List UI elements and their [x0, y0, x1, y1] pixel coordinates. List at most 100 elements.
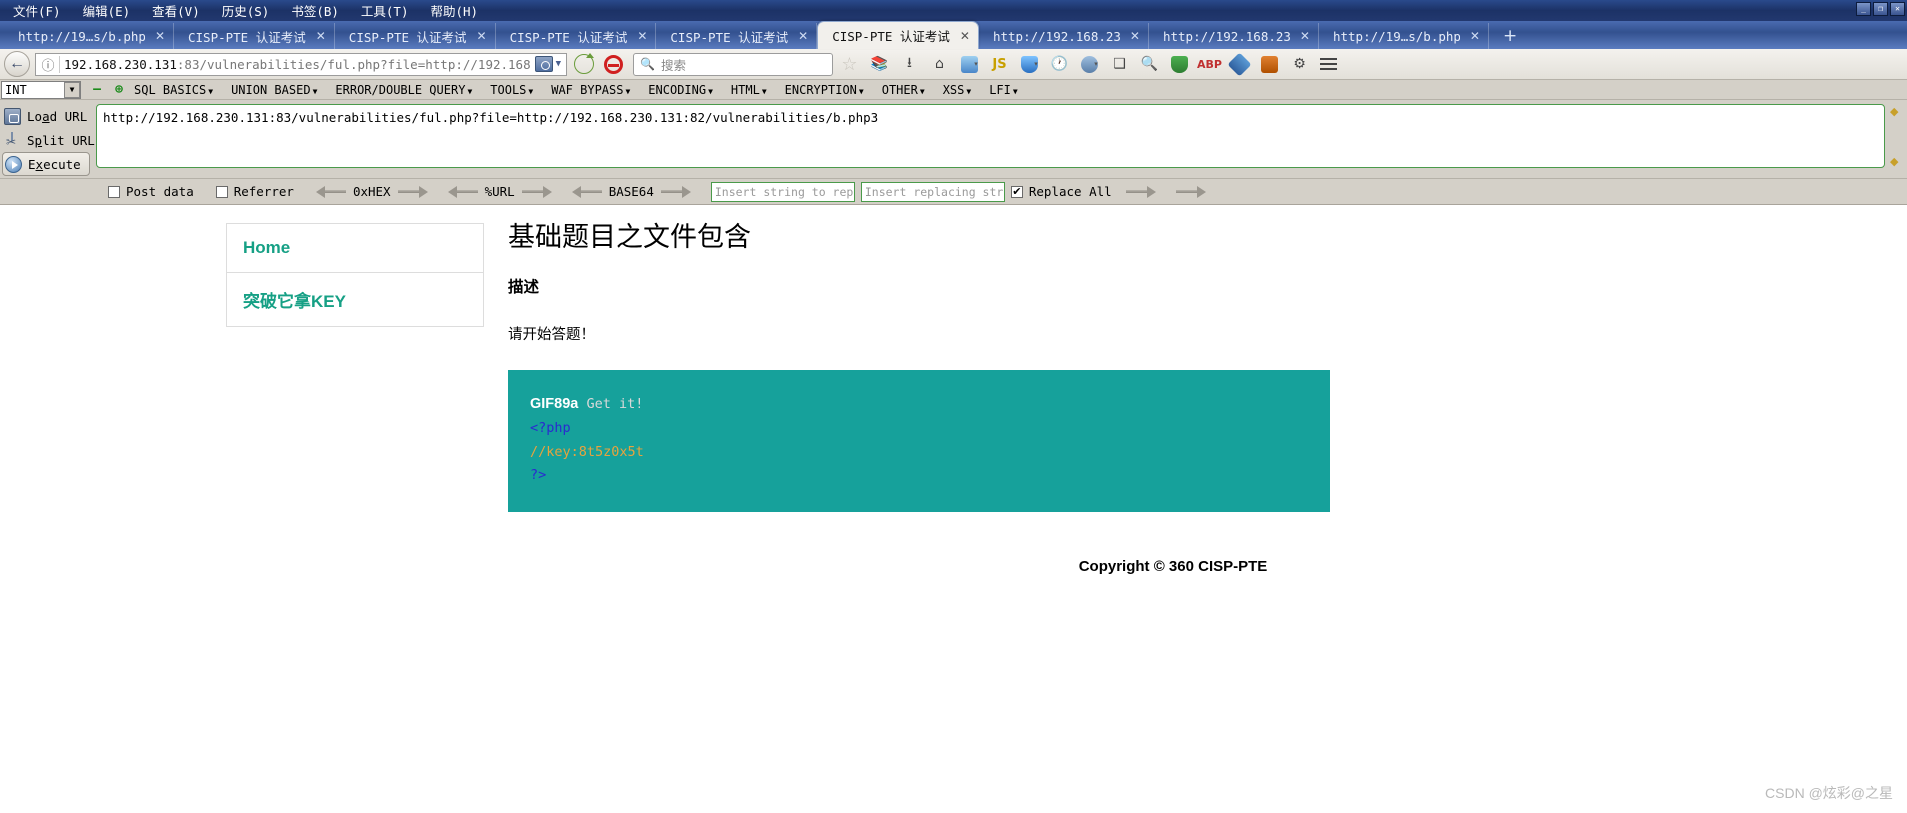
close-icon[interactable]: ✕: [960, 29, 970, 43]
chart-icon[interactable]: [1256, 51, 1283, 77]
browser-tab[interactable]: http://192.168.23… ✕: [979, 23, 1149, 49]
hackbar-menu-waf-bypass[interactable]: WAF BYPASS ▼: [542, 83, 639, 97]
hackbar-menu-sql-basics[interactable]: SQL BASICS ▼: [125, 83, 222, 97]
load-url-label: Load URL: [27, 108, 88, 124]
library-icon[interactable]: 📚: [866, 51, 893, 77]
hackbar-menu-encryption[interactable]: ENCRYPTION ▼: [776, 83, 873, 97]
js-toggle-icon[interactable]: JS: [986, 51, 1013, 77]
menu-bookmarks[interactable]: 书签(B): [280, 0, 350, 23]
referrer-checkbox[interactable]: Referrer: [215, 184, 294, 199]
hackbar-menu-html[interactable]: HTML ▼: [722, 83, 776, 97]
hackbar-body: Load URL Split URL Execute http://192.16…: [0, 100, 1907, 179]
reload-button[interactable]: [570, 51, 597, 77]
type-select[interactable]: INT ▼: [1, 80, 81, 99]
shield-icon[interactable]: ▾: [1016, 51, 1043, 77]
execute-button[interactable]: Execute: [2, 152, 90, 176]
hex-encode-button[interactable]: [397, 185, 428, 198]
browser-tab[interactable]: CISP-PTE 认证考试 ✕: [656, 23, 818, 49]
menu-tools[interactable]: 工具(T): [350, 0, 420, 23]
add-icon[interactable]: ⊕: [113, 82, 125, 97]
sidebar-item-get-key[interactable]: 突破它拿KEY: [227, 273, 483, 326]
url-bar[interactable]: ⓘ 192.168.230.131:83/vulnerabilities/ful…: [35, 52, 567, 76]
noscript-icon[interactable]: [600, 51, 627, 77]
replace-all-checkbox[interactable]: ✔ Replace All: [1010, 184, 1112, 199]
close-icon[interactable]: ✕: [316, 29, 326, 43]
close-icon[interactable]: ✕: [155, 29, 165, 43]
url-decode-button[interactable]: [447, 185, 478, 198]
menu-help[interactable]: 帮助(H): [419, 0, 489, 23]
new-tab-button[interactable]: +: [1489, 26, 1531, 49]
chevron-down-icon[interactable]: ▼: [64, 81, 80, 98]
replace-apply-button-2[interactable]: [1175, 185, 1206, 198]
page-content: Home 突破它拿KEY 基础题目之文件包含 描述 请开始答题！ GIF89a …: [0, 205, 1907, 575]
browser-tab-active[interactable]: CISP-PTE 认证考试 ✕: [817, 21, 979, 49]
browser-tab[interactable]: CISP-PTE 认证考试 ✕: [496, 23, 657, 49]
hackbar-menu-encoding[interactable]: ENCODING ▼: [639, 83, 722, 97]
menu-history[interactable]: 历史(S): [211, 0, 281, 23]
close-icon[interactable]: ✕: [1470, 29, 1480, 43]
menu-label: ERROR/DOUBLE QUERY: [335, 82, 466, 97]
search-string-input[interactable]: Insert string to repl.: [710, 181, 855, 202]
hackbar-menu-lfi[interactable]: LFI ▼: [980, 83, 1027, 97]
menu-file[interactable]: 文件(F): [2, 0, 72, 23]
bookmark-star-icon[interactable]: ☆: [836, 51, 863, 77]
home-icon[interactable]: ⌂: [926, 51, 953, 77]
base64-decode-button[interactable]: [571, 185, 602, 198]
close-icon[interactable]: ✕: [477, 29, 487, 43]
gear-icon[interactable]: ⚙: [1286, 51, 1313, 77]
close-icon[interactable]: ✕: [1300, 29, 1310, 43]
vpn-icon[interactable]: [1166, 51, 1193, 77]
post-data-checkbox[interactable]: Post data: [108, 184, 194, 199]
adblock-icon[interactable]: ABP: [1196, 51, 1223, 77]
search-bar[interactable]: 🔍 搜索: [633, 52, 833, 76]
browser-tab[interactable]: CISP-PTE 认证考试 ✕: [335, 23, 496, 49]
hackbar-menu-other[interactable]: OTHER ▼: [873, 83, 934, 97]
checkbox-box[interactable]: ✔: [1010, 185, 1023, 198]
palette-icon[interactable]: ▾: [1076, 51, 1103, 77]
get-it-text: Get it!: [586, 395, 644, 412]
hackbar-menu-union-based[interactable]: UNION BASED ▼: [222, 83, 326, 97]
downloads-icon[interactable]: ⭳: [896, 51, 923, 77]
close-icon[interactable]: ✕: [1130, 29, 1140, 43]
url-encode-button[interactable]: [521, 185, 552, 198]
collapse-icon[interactable]: –: [91, 82, 103, 97]
reader-icon[interactable]: ▾: [956, 51, 983, 77]
hackbar-menu-tools[interactable]: TOOLS ▼: [481, 83, 542, 97]
hamburger-icon[interactable]: [1320, 58, 1337, 70]
split-url-button[interactable]: Split URL: [2, 128, 96, 152]
close-icon[interactable]: ✕: [798, 29, 808, 43]
browser-tab[interactable]: CISP-PTE 认证考试 ✕: [174, 23, 335, 49]
split-url-label: Split URL: [27, 132, 95, 148]
checkbox-box[interactable]: [215, 185, 228, 198]
browser-tab[interactable]: http://192.168.23… ✕: [1149, 23, 1319, 49]
checkbox-box[interactable]: [108, 185, 120, 198]
gem-icon[interactable]: [1226, 51, 1253, 77]
base64-encode-button[interactable]: [660, 185, 691, 198]
sidebar-nav: Home 突破它拿KEY: [226, 223, 484, 327]
maximize-button[interactable]: ❐: [1873, 2, 1888, 16]
back-arrow-icon[interactable]: ←: [4, 51, 30, 77]
menu-view[interactable]: 查看(V): [141, 0, 211, 23]
request-textarea[interactable]: http://192.168.230.131:83/vulnerabilitie…: [96, 104, 1885, 168]
scroll-marker-top: ◆: [1890, 105, 1899, 118]
zoom-icon[interactable]: 🔍: [1136, 51, 1163, 77]
load-url-button[interactable]: Load URL: [2, 104, 96, 128]
browser-tab[interactable]: http://19…s/b.php3 ✕: [1319, 23, 1489, 49]
close-icon[interactable]: ✕: [637, 29, 647, 43]
minimize-button[interactable]: _: [1856, 2, 1871, 16]
hackbar-menu-error-double-query[interactable]: ERROR/DOUBLE QUERY ▼: [326, 83, 481, 97]
menu-edit[interactable]: 编辑(E): [72, 0, 142, 23]
copy-icon[interactable]: ❑: [1106, 51, 1133, 77]
hex-decode-button[interactable]: [315, 185, 346, 198]
chevron-down-icon[interactable]: ▼: [556, 59, 561, 69]
browser-tab[interactable]: http://19…s/b.php3 ✕: [4, 23, 174, 49]
screenshot-icon[interactable]: [534, 56, 553, 72]
replace-apply-button[interactable]: [1125, 185, 1156, 198]
tab-label: CISP-PTE 认证考试: [832, 29, 950, 44]
hackbar-menu-xss[interactable]: XSS ▼: [934, 83, 981, 97]
replace-string-input[interactable]: Insert replacing strin: [860, 181, 1005, 202]
sidebar-item-home[interactable]: Home: [227, 224, 483, 273]
site-info-icon[interactable]: ⓘ: [38, 55, 58, 74]
clock-icon[interactable]: 🕐: [1046, 51, 1073, 77]
close-button[interactable]: ✕: [1890, 2, 1905, 16]
